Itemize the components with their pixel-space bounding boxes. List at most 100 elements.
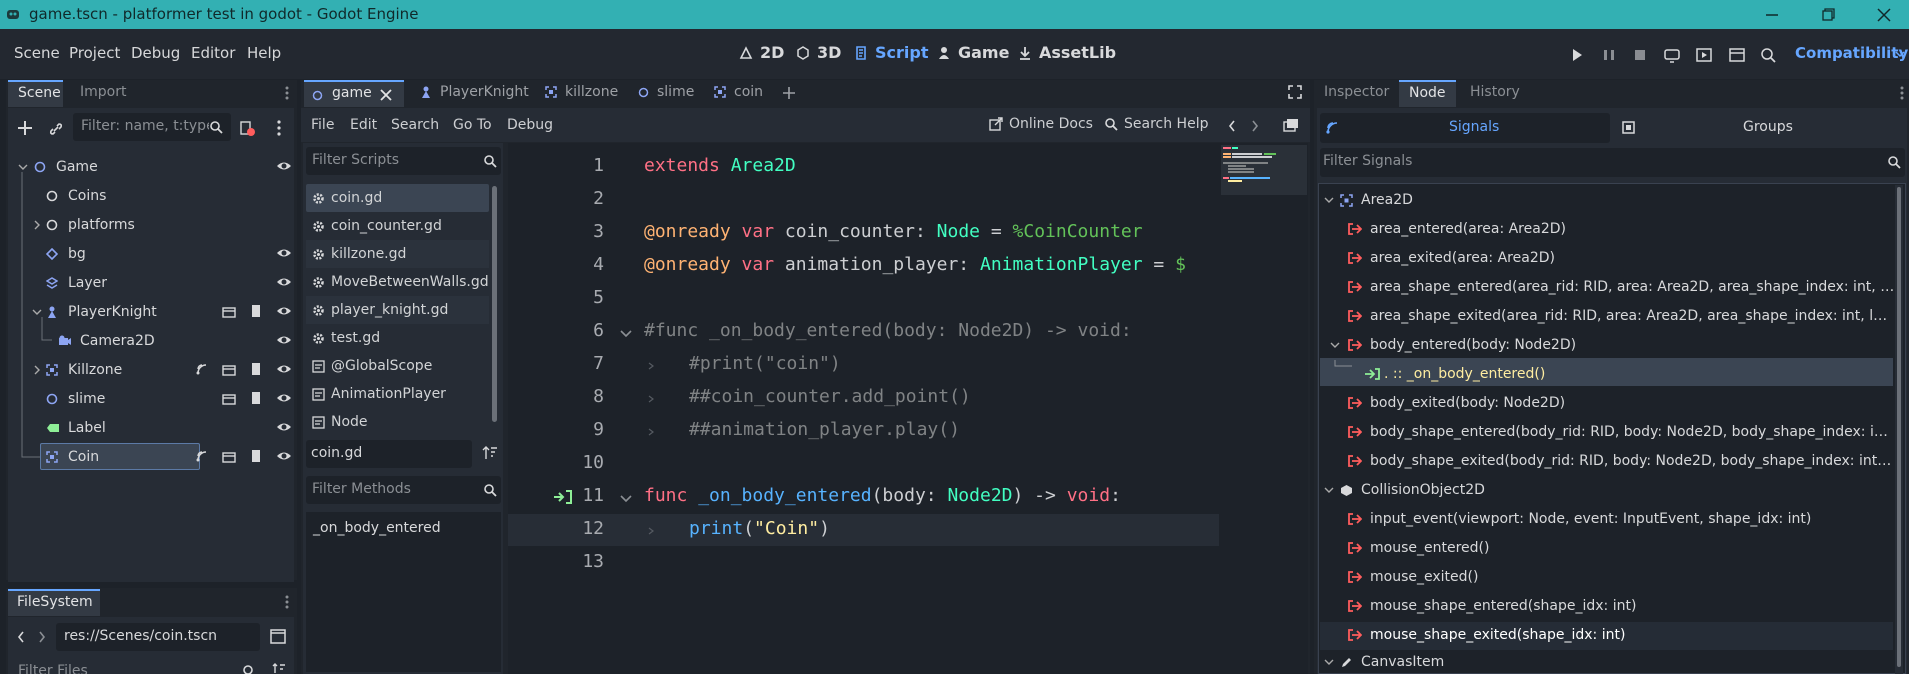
signal-label: area_shape_entered(area_rid: RID, area: …: [1370, 279, 1895, 295]
signal-row[interactable]: body_entered(body: Node2D): [1320, 331, 1895, 359]
signal-row[interactable]: body_shape_entered(body_rid: RID, body: …: [1320, 418, 1895, 446]
main-menu-bar: Scene Project Debug Editor Help 2D 3D Sc…: [0, 29, 1909, 79]
play-scene-button[interactable]: [1693, 44, 1715, 66]
signal-row[interactable]: mouse_shape_entered(shape_idx: int): [1320, 592, 1895, 620]
restore-button[interactable]: [1808, 2, 1848, 28]
tab-history[interactable]: History: [1470, 84, 1520, 100]
dock-menu-icon[interactable]: [284, 85, 290, 101]
indent-marker-icon: [648, 428, 656, 436]
signal-emit-icon: [1348, 455, 1362, 467]
pause-button[interactable]: [1598, 44, 1620, 66]
collision-object-icon: [1340, 484, 1353, 497]
back-arrow-icon[interactable]: [17, 631, 25, 643]
path-input[interactable]: res://Scenes/coin.tscn: [56, 623, 260, 651]
tab-inspector[interactable]: Inspector: [1324, 84, 1389, 100]
tab-filesystem-label: FileSystem: [17, 594, 93, 610]
dock-menu-icon[interactable]: [1899, 85, 1905, 101]
signal-row[interactable]: body_shape_exited(body_rid: RID, body: N…: [1320, 447, 1895, 475]
tab-node[interactable]: Node: [1399, 80, 1456, 107]
signal-class-row[interactable]: Area2D: [1320, 186, 1895, 214]
stop-button[interactable]: [1629, 44, 1651, 66]
split-view-icon[interactable]: [270, 629, 286, 644]
signal-row[interactable]: input_event(viewport: Node, event: Input…: [1320, 505, 1895, 533]
search-help-button[interactable]: Search Help: [1104, 116, 1208, 132]
signal-row[interactable]: mouse_entered(): [1320, 534, 1895, 562]
history-forward-icon[interactable]: [1251, 120, 1259, 132]
signal-connection-row[interactable]: . :: _on_body_entered(): [1320, 360, 1895, 388]
tab-game[interactable]: game: [304, 80, 404, 107]
tab-filesystem[interactable]: FileSystem: [8, 589, 100, 616]
script-menu-goto[interactable]: Go To: [453, 117, 492, 133]
workspace-script[interactable]: Script: [853, 43, 928, 62]
signal-row[interactable]: body_exited(body: Node2D): [1320, 389, 1895, 417]
menu-help[interactable]: Help: [247, 44, 281, 62]
menu-editor[interactable]: Editor: [191, 44, 235, 62]
sort-icon[interactable]: [272, 663, 286, 674]
signals-scrollbar-thumb[interactable]: [1897, 187, 1901, 667]
menu-debug[interactable]: Debug: [131, 44, 180, 62]
online-docs-button[interactable]: Online Docs: [989, 116, 1093, 132]
signal-row[interactable]: area_entered(area: Area2D): [1320, 215, 1895, 243]
signal-row[interactable]: area_shape_entered(area_rid: RID, area: …: [1320, 273, 1895, 301]
tab-slime[interactable]: slime: [638, 84, 694, 100]
float-window-icon[interactable]: [1283, 118, 1299, 132]
tab-coin[interactable]: coin: [714, 84, 763, 100]
close-window-button[interactable]: [1864, 2, 1904, 28]
signal-class-row[interactable]: CanvasItem: [1320, 650, 1895, 674]
signal-class-row[interactable]: CollisionObject2D: [1320, 476, 1895, 504]
play-custom-scene-button[interactable]: [1726, 44, 1748, 66]
signals-tab[interactable]: Signals: [1320, 113, 1610, 143]
signal-row[interactable]: area_exited(area: Area2D): [1320, 244, 1895, 272]
fold-chevron-icon[interactable]: [620, 329, 632, 339]
path-value: res://Scenes/coin.tscn: [64, 628, 218, 644]
groups-tab[interactable]: Groups: [1617, 113, 1905, 143]
signal-emit-icon: [1348, 600, 1362, 612]
signal-row[interactable]: area_shape_exited(area_rid: RID, area: A…: [1320, 302, 1895, 330]
script-menu-debug[interactable]: Debug: [507, 117, 553, 133]
dock-menu-icon[interactable]: [284, 594, 290, 610]
workspace-assetlib[interactable]: AssetLib: [1017, 43, 1116, 62]
renderer-select[interactable]: Compatibility: [1795, 44, 1908, 62]
tab-coin-label: coin: [734, 84, 764, 100]
add-tab-icon[interactable]: [782, 86, 796, 100]
script-menu-search[interactable]: Search: [391, 117, 439, 133]
area2d-icon: [714, 86, 726, 98]
link-icon[interactable]: [48, 121, 64, 137]
workspace-game[interactable]: Game: [936, 43, 1009, 62]
fold-chevron-icon[interactable]: [620, 494, 632, 504]
indent-marker-icon: [648, 362, 656, 370]
tab-game-label: game: [332, 85, 372, 101]
play-project-button[interactable]: [1566, 44, 1588, 66]
scene-filter-input[interactable]: Filter: name, t:type: [73, 113, 231, 141]
history-back-icon[interactable]: [1228, 120, 1236, 132]
script-add-icon[interactable]: [239, 120, 255, 136]
filter-signals-input[interactable]: Filter Signals: [1320, 148, 1905, 177]
code-minimap[interactable]: [1220, 143, 1308, 674]
tab-killzone[interactable]: killzone: [545, 84, 618, 100]
close-icon[interactable]: [380, 89, 392, 101]
search-icon: [209, 120, 223, 134]
tree-menu-icon[interactable]: [276, 119, 282, 137]
signal-row[interactable]: mouse_shape_exited(shape_idx: int): [1320, 621, 1895, 649]
script-menu-edit[interactable]: Edit: [350, 117, 377, 133]
tab-import[interactable]: Import: [80, 84, 126, 100]
tab-scene[interactable]: Scene: [8, 80, 63, 107]
character-body-icon: [420, 86, 432, 98]
tab-playerknight[interactable]: PlayerKnight: [420, 84, 529, 100]
signal-label: input_event(viewport: Node, event: Input…: [1370, 511, 1812, 527]
script-menu-file[interactable]: File: [311, 117, 334, 133]
workspace-2d[interactable]: 2D: [738, 43, 784, 62]
connected-signal-icon[interactable]: [553, 489, 573, 505]
menu-project[interactable]: Project: [69, 44, 120, 62]
menu-scene[interactable]: Scene: [14, 44, 60, 62]
workspace-3d[interactable]: 3D: [795, 43, 841, 62]
forward-arrow-icon[interactable]: [38, 631, 46, 643]
fullscreen-icon[interactable]: [1288, 85, 1302, 99]
signal-label: area_entered(area: Area2D): [1370, 221, 1566, 237]
remote-debug-icon[interactable]: [1661, 44, 1683, 66]
movie-maker-icon[interactable]: [1757, 44, 1779, 66]
add-node-icon[interactable]: [17, 120, 33, 136]
minimize-button[interactable]: [1752, 2, 1792, 28]
signal-row[interactable]: mouse_exited(): [1320, 563, 1895, 591]
filesystem-filter-input[interactable]: Filter Files: [8, 656, 258, 674]
